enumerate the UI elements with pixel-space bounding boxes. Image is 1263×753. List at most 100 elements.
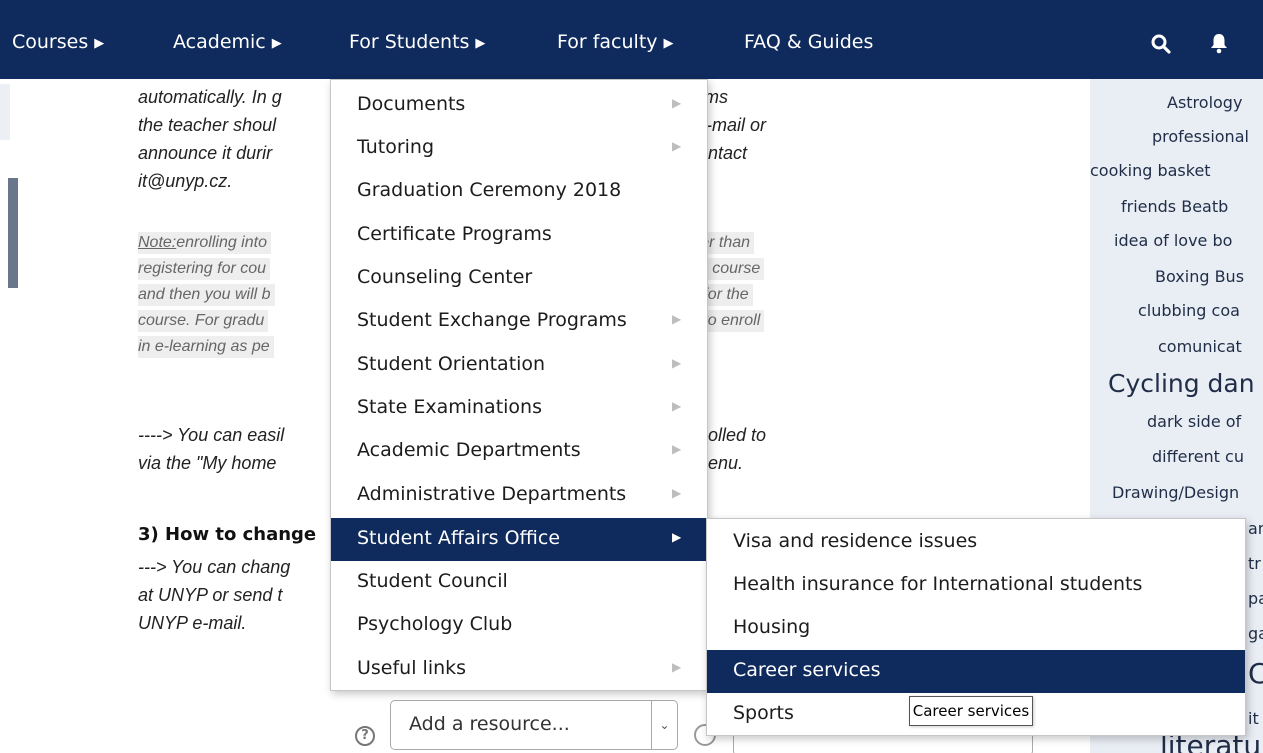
caret-right-icon: ▶ <box>672 442 682 456</box>
tag-link[interactable]: Astrology <box>1167 93 1242 112</box>
tag-link[interactable]: dark side of <box>1147 412 1241 431</box>
menu-item-administrative-departments[interactable]: Administrative Departments ▶ <box>331 474 707 517</box>
text-line: announce it durir <box>138 143 273 163</box>
chevron-down-icon: ⌄ <box>651 701 677 749</box>
tag-link[interactable]: Cycling dan <box>1108 369 1255 398</box>
menu-item-label: Counseling Center <box>357 266 533 288</box>
note-line: registering for cou <box>138 258 271 280</box>
menu-item-academic-departments[interactable]: Academic Departments ▶ <box>331 430 707 473</box>
caret-right-icon: ▶ <box>672 530 682 544</box>
email-link[interactable]: it@unyp.cz. <box>138 168 232 194</box>
top-navbar: Courses ▶ Academic ▶ For Students ▶ For fac… <box>0 0 1263 79</box>
tag-link[interactable]: tr <box>1248 554 1261 573</box>
menu-item-documents[interactable]: Documents ▶ <box>331 84 707 127</box>
tag-link[interactable]: idea of love bo <box>1114 231 1232 250</box>
tag-link[interactable]: clubbing coa <box>1138 301 1240 320</box>
caret-right-icon: ▶ <box>672 312 682 326</box>
menu-item-label: Student Orientation <box>357 353 546 375</box>
search-icon[interactable] <box>1151 34 1171 58</box>
left-gutter <box>0 84 10 140</box>
nav-academic-label: Academic <box>173 31 266 53</box>
submenu-item-label: Health insurance for International stude… <box>733 573 1143 595</box>
menu-item-label: Certificate Programs <box>357 223 552 245</box>
caret-right-icon: ▶ <box>672 96 682 110</box>
tag-link[interactable]: different cu <box>1152 447 1244 466</box>
add-resource-select[interactable]: Add a resource... ⌄ <box>390 700 678 750</box>
nav-for-faculty[interactable]: For faculty ▶ <box>557 31 674 53</box>
tag-link[interactable]: an <box>1248 519 1263 538</box>
nav-courses-label: Courses <box>12 31 89 53</box>
menu-item-label: Student Affairs Office <box>357 527 561 549</box>
note-line: Note:enrolling into <box>138 232 271 254</box>
tag-link[interactable]: cooking basket <box>1090 161 1211 180</box>
menu-item-label: Academic Departments <box>357 439 581 461</box>
note-label: Note: <box>138 234 177 251</box>
menu-item-label: Useful links <box>357 657 467 679</box>
submenu-item-label: Sports <box>733 702 794 724</box>
submenu-item-career-services[interactable]: Career services <box>707 650 1245 693</box>
note-line: and then you will b <box>138 284 275 306</box>
submenu-item-label: Career services <box>733 659 881 681</box>
section-heading: 3) How to change <box>138 524 317 545</box>
menu-item-counseling-center[interactable]: Counseling Center <box>331 257 707 300</box>
submenu-item-health-insurance[interactable]: Health insurance for International stude… <box>707 564 1245 607</box>
nav-for-students[interactable]: For Students ▶ <box>349 31 485 53</box>
caret-right-icon: ▶ <box>94 36 105 51</box>
caret-right-icon: ▶ <box>475 36 486 51</box>
caret-right-icon: ▶ <box>672 356 682 370</box>
tooltip: Career services <box>909 696 1033 726</box>
text-line: enu. <box>708 453 744 473</box>
menu-item-psychology-club[interactable]: Psychology Club <box>331 604 707 647</box>
submenu-item-visa[interactable]: Visa and residence issues <box>707 521 1245 564</box>
menu-item-certificate-programs[interactable]: Certificate Programs <box>331 214 707 257</box>
menu-item-label: Psychology Club <box>357 613 513 635</box>
nav-for-faculty-label: For faculty <box>557 31 658 53</box>
tag-link[interactable]: Drawing/Design <box>1112 483 1239 502</box>
tag-link[interactable]: Boxing Bus <box>1155 267 1244 286</box>
add-resource-select-value: Add a resource... <box>409 713 570 735</box>
menu-item-label: Graduation Ceremony 2018 <box>357 179 622 201</box>
tag-link[interactable]: professional <box>1152 127 1249 146</box>
help-icon[interactable]: ? <box>355 726 375 746</box>
caret-right-icon: ▶ <box>672 660 682 674</box>
text-line: the teacher shoul <box>138 115 277 135</box>
menu-item-student-council[interactable]: Student Council <box>331 561 707 604</box>
tag-link[interactable]: C <box>1248 657 1263 690</box>
text-line: via the "My home <box>138 453 277 473</box>
menu-item-tutoring[interactable]: Tutoring ▶ <box>331 127 707 170</box>
text-line: ----> You can easil <box>138 425 285 445</box>
note-text: enrolling into <box>176 234 267 251</box>
for-students-dropdown: Documents ▶ Tutoring ▶ Graduation Ceremony… <box>330 79 708 691</box>
tag-link[interactable]: friends Beatb <box>1121 197 1228 216</box>
tag-link[interactable]: comunicat <box>1158 337 1242 356</box>
menu-item-label: Student Council <box>357 570 508 592</box>
caret-right-icon: ▶ <box>271 36 282 51</box>
menu-item-label: Student Exchange Programs <box>357 309 627 331</box>
menu-item-student-exchange[interactable]: Student Exchange Programs ▶ <box>331 300 707 343</box>
caret-right-icon: ▶ <box>672 399 682 413</box>
submenu-item-housing[interactable]: Housing <box>707 607 1245 650</box>
tag-link[interactable]: pa <box>1248 589 1263 608</box>
text-line: olled to <box>708 425 767 445</box>
text-line: at UNYP or send t <box>138 585 283 605</box>
nav-courses[interactable]: Courses ▶ <box>12 31 104 53</box>
menu-item-useful-links[interactable]: Useful links ▶ <box>331 648 707 691</box>
menu-item-student-affairs-office[interactable]: Student Affairs Office ▶ <box>331 518 707 561</box>
menu-item-student-orientation[interactable]: Student Orientation ▶ <box>331 344 707 387</box>
caret-right-icon: ▶ <box>672 486 682 500</box>
menu-item-graduation-ceremony[interactable]: Graduation Ceremony 2018 <box>331 170 707 213</box>
menu-item-label: Documents <box>357 93 466 115</box>
nav-faq-guides[interactable]: FAQ & Guides <box>744 31 873 53</box>
nav-academic[interactable]: Academic ▶ <box>173 31 282 53</box>
left-scroll-indicator <box>8 178 18 288</box>
caret-right-icon: ▶ <box>663 36 674 51</box>
text-line: ntact <box>708 143 748 163</box>
note-line: in e-learning as pe <box>138 336 274 358</box>
nav-for-students-label: For Students <box>349 31 470 53</box>
menu-item-state-examinations[interactable]: State Examinations ▶ <box>331 387 707 430</box>
bell-icon[interactable] <box>1210 33 1228 58</box>
text-line: automatically. In g <box>138 87 282 107</box>
note-line: course. For gradu <box>138 310 269 332</box>
tag-link[interactable]: ga <box>1248 624 1263 643</box>
tag-link[interactable]: it <box>1248 709 1259 728</box>
